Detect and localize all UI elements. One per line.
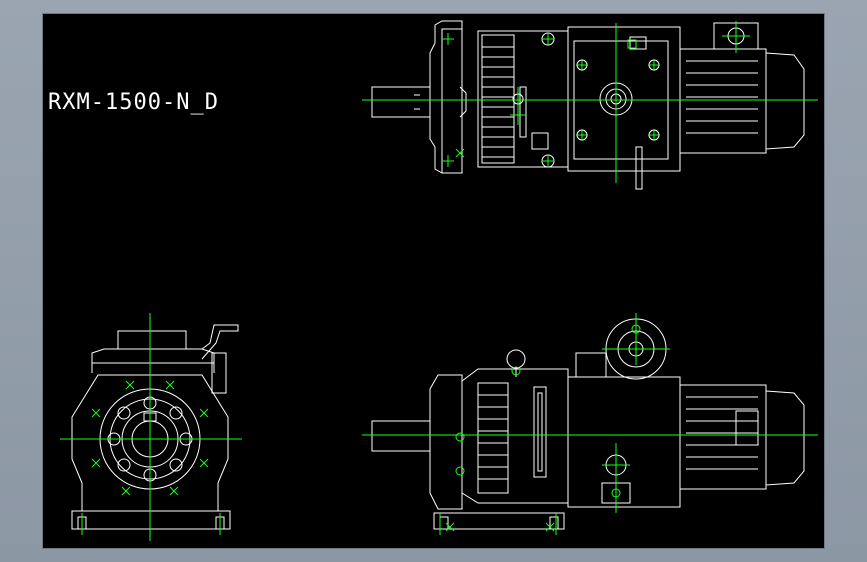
drawing-title: RXM-1500-N_D (48, 90, 219, 115)
gearmotor-drawing: RXM-1500-N_D (48, 20, 818, 541)
end-view (60, 313, 242, 541)
side-view (362, 313, 818, 535)
top-view (362, 20, 818, 190)
cad-viewport[interactable]: RXM-1500-N_D (42, 13, 825, 549)
